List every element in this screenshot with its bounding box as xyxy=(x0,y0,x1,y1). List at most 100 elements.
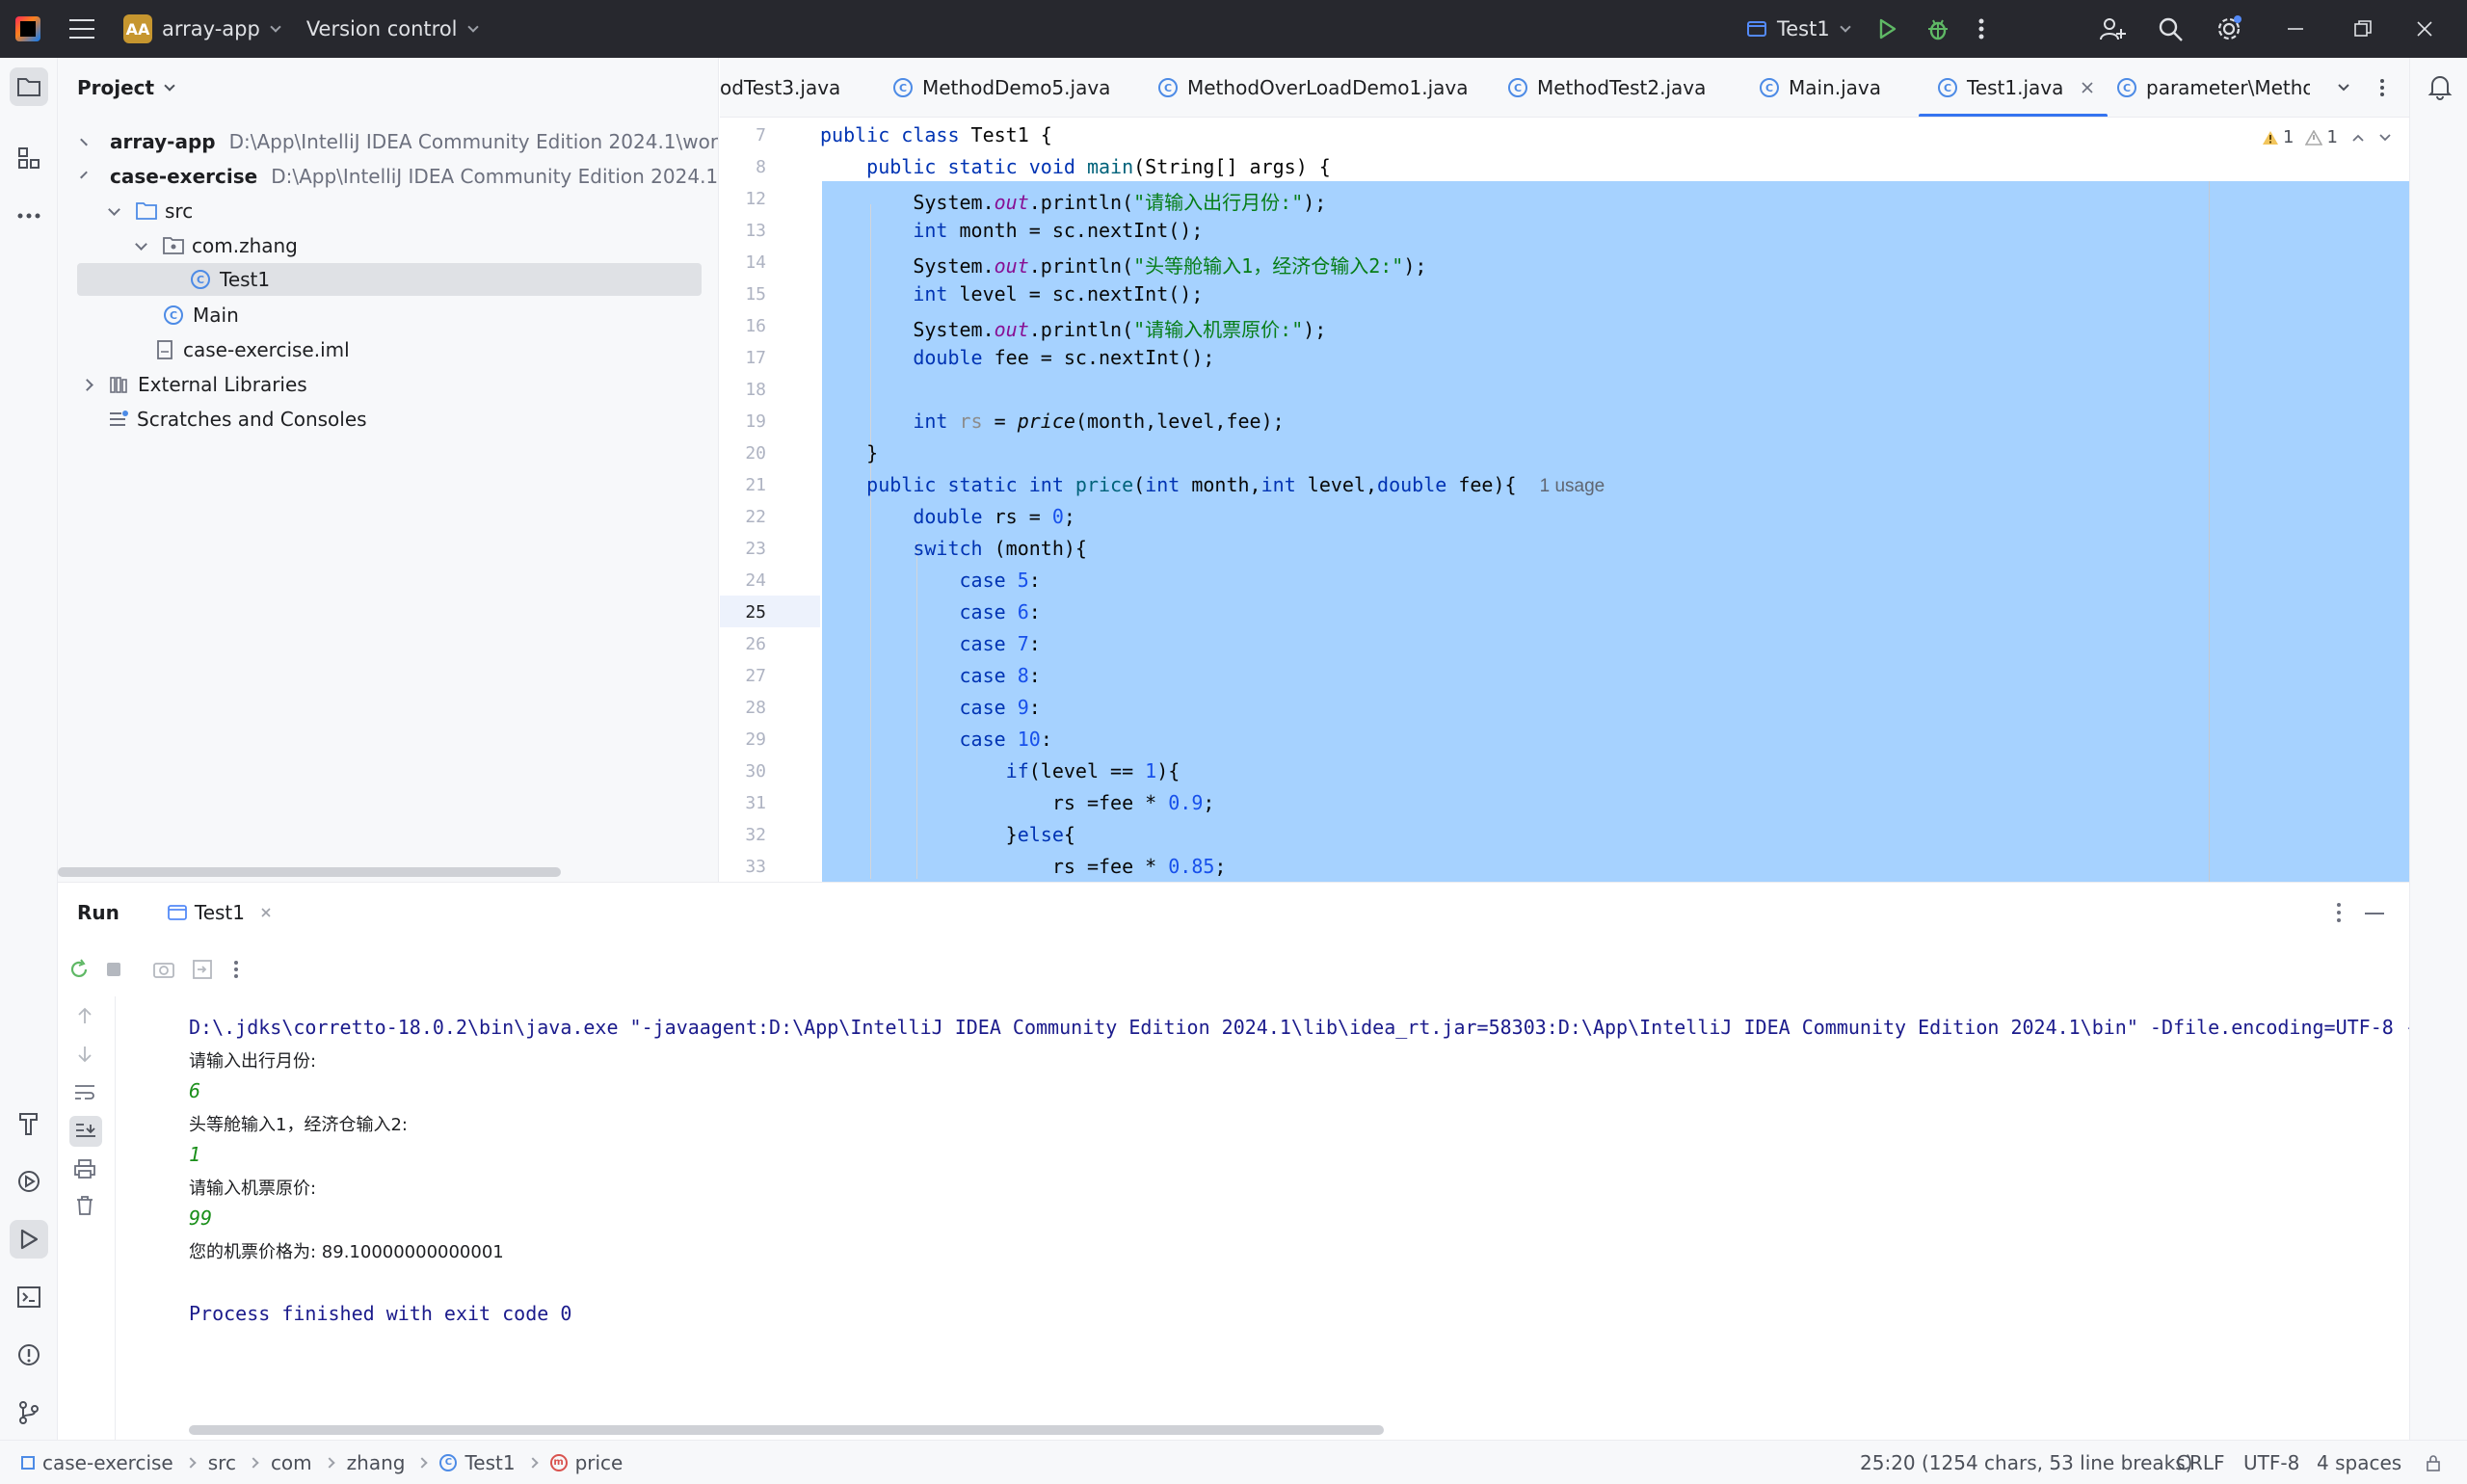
rerun-icon[interactable] xyxy=(67,958,91,981)
run-config-widget[interactable]: Test1 xyxy=(1746,0,1851,58)
close-tab-icon[interactable] xyxy=(2081,81,2094,94)
tab-more-button[interactable] xyxy=(2379,58,2385,117)
chevron-down-icon xyxy=(164,80,175,92)
arrow-down-icon[interactable] xyxy=(77,1045,93,1064)
restore-button[interactable] xyxy=(2353,0,2373,58)
tab-methodoverloaddemo1[interactable]: C MethodOverLoadDemo1.java xyxy=(1158,58,1469,117)
chevron-down-icon[interactable] xyxy=(2378,133,2392,143)
tree-item-external-libraries[interactable]: External Libraries xyxy=(81,368,661,401)
project-panel-header[interactable]: Project xyxy=(58,58,718,118)
chevron-up-icon[interactable] xyxy=(2351,133,2365,143)
tree-item-label: Test1 xyxy=(220,268,271,291)
line-number: 28 xyxy=(745,698,766,718)
camera-icon[interactable] xyxy=(152,958,175,981)
run-tool-button[interactable] xyxy=(10,1220,48,1259)
tab-odtest3[interactable]: odTest3.java xyxy=(720,58,840,117)
line-separator[interactable]: CRLF xyxy=(2176,1451,2225,1474)
kebab-icon[interactable] xyxy=(233,960,239,979)
tree-item-package[interactable]: com.zhang xyxy=(135,229,715,262)
crumb-src[interactable]: src xyxy=(208,1451,236,1474)
console-output[interactable]: D:\.jdks\corretto-18.0.2\bin\java.exe "-… xyxy=(116,996,2409,1441)
chevron-right-icon xyxy=(185,1456,197,1469)
close-tab-icon[interactable] xyxy=(260,907,272,918)
scroll-to-end-button[interactable] xyxy=(69,1116,102,1147)
title-bar: AA array-app Version control Test1 xyxy=(0,0,2467,58)
services-tool-button[interactable] xyxy=(10,1162,48,1201)
tree-item-main[interactable]: C Main xyxy=(77,299,655,331)
search-button[interactable] xyxy=(2157,0,2184,58)
project-horizontal-scrollbar[interactable] xyxy=(58,867,561,877)
code-line: public static int price(int month,int le… xyxy=(866,473,1605,496)
right-margin-guide xyxy=(2209,181,2210,882)
main-menu-icon[interactable] xyxy=(69,19,94,39)
run-config-icon xyxy=(167,905,187,920)
line-number: 21 xyxy=(745,475,766,495)
crumb-zhang[interactable]: zhang xyxy=(347,1451,406,1474)
crumb-class[interactable]: Test1 xyxy=(464,1451,515,1474)
file-encoding[interactable]: UTF-8 xyxy=(2243,1451,2299,1474)
kebab-icon xyxy=(1978,18,1984,40)
code-string: "头等舱输入1，经济仓输入2:" xyxy=(1133,254,1404,278)
tab-parameter-method[interactable]: C parameter\Methoc xyxy=(2117,58,2310,117)
console-side-toolbar xyxy=(58,996,116,1441)
run-config-name: Test1 xyxy=(1777,17,1830,40)
tree-item-iml[interactable]: case-exercise.iml xyxy=(77,333,655,366)
java-class-icon: C xyxy=(164,305,183,325)
code-with-me-button[interactable] xyxy=(2099,0,2126,58)
right-tool-strip xyxy=(2409,58,2467,1440)
arrow-up-icon[interactable] xyxy=(77,1006,93,1025)
structure-tool-button[interactable] xyxy=(10,139,48,177)
close-window-button[interactable] xyxy=(2415,0,2434,58)
tab-main[interactable]: C Main.java xyxy=(1760,58,1881,117)
more-tools-button[interactable] xyxy=(10,197,48,235)
code-editor[interactable]: 7 8 12 13 14 15 16 17 18 19 20 21 22 23 24 25 26 27 28 29 30… xyxy=(720,118,2436,882)
run-tab-test1[interactable]: Test1 xyxy=(158,890,281,935)
tree-item-src[interactable]: src xyxy=(108,195,688,227)
console-line: 6 xyxy=(189,1079,201,1102)
kebab-icon[interactable] xyxy=(2336,902,2342,923)
tab-methodtest2[interactable]: C MethodTest2.java xyxy=(1508,58,1706,117)
warning-icon xyxy=(2263,130,2278,145)
hide-panel-icon[interactable] xyxy=(2365,912,2384,915)
trash-icon[interactable] xyxy=(75,1195,94,1216)
crumb-module[interactable]: case-exercise xyxy=(42,1451,173,1474)
tree-item-test1[interactable]: C Test1 xyxy=(77,263,702,296)
soft-wrap-icon[interactable] xyxy=(73,1083,96,1102)
more-icon xyxy=(17,213,40,219)
settings-button[interactable] xyxy=(2215,0,2243,58)
minimize-button[interactable] xyxy=(2286,0,2305,58)
indent-setting[interactable]: 4 spaces xyxy=(2317,1451,2401,1474)
tree-item-scratches[interactable]: Scratches and Consoles xyxy=(108,403,686,436)
project-widget[interactable]: AA array-app xyxy=(94,0,281,58)
notifications-icon[interactable] xyxy=(2427,73,2453,100)
lock-icon[interactable] xyxy=(2425,1454,2442,1471)
crumb-com[interactable]: com xyxy=(271,1451,312,1474)
build-tool-button[interactable] xyxy=(10,1104,48,1143)
tree-item-case-exercise[interactable]: case-exercise D:\App\IntelliJ IDEA Commu… xyxy=(80,160,718,193)
more-actions-button[interactable] xyxy=(1977,0,1985,58)
run-button[interactable] xyxy=(1875,0,1898,58)
play-icon xyxy=(1879,18,1897,40)
console-horizontal-scrollbar[interactable] xyxy=(189,1425,1384,1435)
print-icon[interactable] xyxy=(73,1158,96,1179)
caret-position[interactable]: 25:20 (1254 chars, 53 line breaks) xyxy=(1860,1451,2192,1474)
terminal-tool-button[interactable] xyxy=(10,1278,48,1316)
problems-tool-button[interactable] xyxy=(10,1336,48,1374)
vcs-widget[interactable]: Version control xyxy=(306,0,479,58)
tree-item-array-app[interactable]: array-app D:\App\IntelliJ IDEA Community… xyxy=(80,125,718,158)
tree-item-label: src xyxy=(165,199,194,223)
restore-layout-icon[interactable] xyxy=(191,958,214,981)
crumb-method[interactable]: price xyxy=(575,1451,623,1474)
usage-hint[interactable]: 1 usage xyxy=(1540,476,1605,496)
tab-methoddemo5[interactable]: C MethodDemo5.java xyxy=(893,58,1110,117)
project-tool-button[interactable] xyxy=(10,67,48,106)
structure-icon xyxy=(18,147,40,169)
git-tool-button[interactable] xyxy=(10,1393,48,1432)
tab-list-dropdown[interactable] xyxy=(2336,58,2351,117)
inspection-widget[interactable]: 1 1 xyxy=(2262,127,2392,147)
stop-icon[interactable] xyxy=(104,960,123,979)
debug-button[interactable] xyxy=(1925,0,1950,58)
project-name: array-app xyxy=(162,17,260,40)
tab-test1[interactable]: C Test1.java xyxy=(1919,58,2109,117)
code-line: }else{ xyxy=(820,823,1075,846)
